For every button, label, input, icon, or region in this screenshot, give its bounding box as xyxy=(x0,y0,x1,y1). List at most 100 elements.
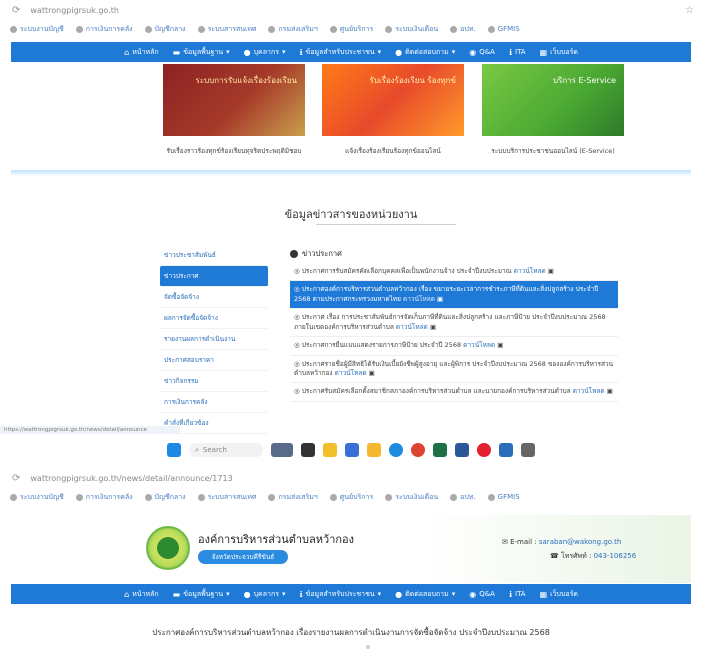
banner-complaint[interactable]: ระบบการรับแจ้งเรื่องร้องเรียน xyxy=(163,64,305,136)
folder-icon[interactable] xyxy=(367,443,381,457)
nav-contact[interactable]: ● ติดต่อสอบถาม ▾ xyxy=(395,589,455,600)
search-icon: ⌕ xyxy=(195,445,199,454)
bookmark-item[interactable]: บัญชีกลาง xyxy=(144,492,186,503)
nav-qa[interactable]: ◉ Q&A xyxy=(469,48,495,57)
taskbar-search[interactable]: ⌕ Search xyxy=(189,443,263,457)
mail-icon[interactable] xyxy=(499,443,513,457)
user-icon: ● xyxy=(243,589,251,599)
folder-icon: ▬ xyxy=(172,589,181,599)
bookmark-item[interactable]: อปท. xyxy=(450,24,476,35)
url-text: wattrongpigrsuk.go.th xyxy=(30,5,119,15)
bookmark-item[interactable]: การเงินการคลัง xyxy=(75,492,133,503)
bookmark-item[interactable]: GFMIS xyxy=(487,493,520,501)
phone-icon: ☎ xyxy=(550,552,559,560)
section-title: ข้อมูลข่าวสารของหน่วยงาน xyxy=(284,208,418,221)
opera-icon[interactable] xyxy=(477,443,491,457)
excel-icon[interactable] xyxy=(433,443,447,457)
nav-webboard[interactable]: ▦ เว็บบอร์ด xyxy=(540,589,578,600)
bookmark-item[interactable]: การเงินการคลัง xyxy=(75,24,133,35)
site-nav-top: ⌂ หน้าหลัก ▬ ข้อมูลพื้นฐาน ▾ ● บุคลากร ▾ ℹข… xyxy=(11,42,691,62)
word-icon[interactable] xyxy=(455,443,469,457)
bookmark-item[interactable]: ระบบสารสนเทศ xyxy=(197,24,256,35)
status-bar-url: https://wattrongpigrsuk.go.th/news/detai… xyxy=(0,426,180,434)
app-icon[interactable] xyxy=(345,443,359,457)
bookmark-item[interactable]: ระบบเงินเดือน xyxy=(385,492,438,503)
chat-icon: ◉ xyxy=(469,47,477,57)
banner-grievance[interactable]: รับเรื่องร้องเรียน ร้องทุกข์ xyxy=(322,64,464,136)
info-icon: ℹ xyxy=(299,47,303,57)
home-icon: ⌂ xyxy=(124,47,130,57)
chrome-icon[interactable] xyxy=(411,443,425,457)
taskbar: ⌕ Search xyxy=(0,438,702,462)
nav-public-info[interactable]: ℹ ข้อมูลสำหรับประชาชน ▾ xyxy=(299,589,381,600)
list-item[interactable]: ◎ ประกาศรายชื่อผู้มีสิทธิได้รับเงินเบี้ย… xyxy=(290,356,618,384)
windows-start-icon[interactable] xyxy=(167,443,181,457)
bookmark-item[interactable]: บัญชีกลาง xyxy=(144,24,186,35)
bookmark-item[interactable]: ศูนย์บริการ xyxy=(329,24,373,35)
divider-band xyxy=(11,170,691,176)
refresh-icon[interactable]: ⟳ xyxy=(12,5,20,16)
nav-personnel[interactable]: ● บุคลากร ▾ xyxy=(244,47,286,58)
contact-phone: ☎ โทรศัพท์ : 043-106256 xyxy=(550,552,637,560)
info-icon: ℹ xyxy=(299,589,303,599)
list-item[interactable]: ◎ ประกาศรับสมัครเลือกตั้งสมาชิกสภาองค์กา… xyxy=(290,383,618,402)
news-list: ข่าวประกาศ ◎ ประกาศการรับสมัครคัดเลือกบุ… xyxy=(290,245,618,402)
bookmark-item[interactable]: ระบบสารสนเทศ xyxy=(197,492,256,503)
nav-basic-info[interactable]: ▬ ข้อมูลพื้นฐาน ▾ xyxy=(173,47,230,58)
banner-eservice[interactable]: บริการ E-Service xyxy=(482,64,624,136)
app-icon[interactable] xyxy=(323,443,337,457)
org-name: องค์การบริหารส่วนตำบลหว้ากอง xyxy=(198,533,355,546)
nav-home[interactable]: ⌂ หน้าหลัก xyxy=(124,47,159,58)
bookmark-item[interactable]: GFMIS xyxy=(487,25,520,33)
nav-ita[interactable]: ℹ ITA xyxy=(509,48,526,57)
list-item[interactable]: ◎ ประกาศ เรื่อง การประชาสัมพันธ์การจัดเก… xyxy=(290,309,618,338)
browser-address-bar[interactable]: ⟳ wattrongpigrsuk.go.th/news/detail/anno… xyxy=(0,468,702,488)
loading-dot xyxy=(366,645,370,649)
list-item-highlighted[interactable]: ◎ ประกาศองค์การบริหารส่วนตำบลหว้ากอง เรื… xyxy=(290,281,618,310)
sidebar-item[interactable]: รายงานผลการดำเนินงาน xyxy=(160,329,268,350)
sidebar-item[interactable]: จัดซื้อจัดจ้าง xyxy=(160,287,268,308)
taskview-icon[interactable] xyxy=(301,443,315,457)
site-nav-bottom: ⌂ หน้าหลัก ▬ ข้อมูลพื้นฐาน ▾ ● บุคลากร ▾ ℹข… xyxy=(11,584,691,604)
sidebar-item[interactable]: ข่าวประชาสัมพันธ์ xyxy=(160,245,268,266)
app-icon[interactable] xyxy=(521,443,535,457)
list-item[interactable]: ◎ ประกาศการยื่นแบบแสดงรายการภาษีป้าย ประ… xyxy=(290,337,618,356)
bookmark-item[interactable]: ระบบเงินเดือน xyxy=(385,24,438,35)
widgets-icon[interactable] xyxy=(271,443,293,457)
sidebar-item-active[interactable]: ข่าวประกาศ xyxy=(160,266,268,287)
sidebar-item[interactable]: ผลการจัดซื้อจัดจ้าง xyxy=(160,308,268,329)
home-icon: ⌂ xyxy=(124,589,130,599)
bookmark-item[interactable]: กรมส่งเสริมฯ xyxy=(268,24,318,35)
edge-icon[interactable] xyxy=(389,443,403,457)
bookmark-item[interactable]: กรมส่งเสริมฯ xyxy=(268,492,318,503)
title-underline xyxy=(316,224,456,225)
nav-basic-info[interactable]: ▬ ข้อมูลพื้นฐาน ▾ xyxy=(173,589,230,600)
sidebar-item[interactable]: ข่าวกิจกรรม xyxy=(160,371,268,392)
contact-email: ✉ E-mail : saraban@wakong.go.th xyxy=(502,538,622,546)
sidebar-item[interactable]: ประกาศสอบราคา xyxy=(160,350,268,371)
nav-personnel[interactable]: ● บุคลากร ▾ xyxy=(244,589,286,600)
bookmark-item[interactable]: อปท. xyxy=(450,492,476,503)
banner-caption[interactable]: รับเรื่องราวร้องทุกข์ร้องเรียนทุจริตประพ… xyxy=(159,146,309,156)
board-icon: ▦ xyxy=(539,47,548,57)
chat-icon: ◉ xyxy=(469,589,477,599)
sidebar-item[interactable]: การเงินการคลัง xyxy=(160,392,268,413)
star-icon[interactable]: ☆ xyxy=(685,5,694,16)
banner-caption[interactable]: ระบบบริการประชาชนออนไลน์ (E-Service) xyxy=(478,146,628,156)
bookmark-item[interactable]: ระบบงานบัญชี xyxy=(10,24,64,35)
users-icon: ● xyxy=(395,47,403,57)
nav-public-info[interactable]: ℹ ข้อมูลสำหรับประชาชน ▾ xyxy=(299,47,381,58)
org-logo[interactable] xyxy=(146,526,190,570)
nav-webboard[interactable]: ▦ เว็บบอร์ด xyxy=(540,47,578,58)
nav-qa[interactable]: ◉ Q&A xyxy=(469,590,495,599)
browser-address-bar[interactable]: ⟳ wattrongpigrsuk.go.th ☆ xyxy=(0,0,702,20)
refresh-icon[interactable]: ⟳ xyxy=(12,473,20,484)
bookmark-item[interactable]: ระบบงานบัญชี xyxy=(10,492,64,503)
list-item[interactable]: ◎ ประกาศการรับสมัครคัดเลือกบุคคลเพื่อเป็… xyxy=(290,263,618,282)
nav-home[interactable]: ⌂ หน้าหลัก xyxy=(124,589,159,600)
nav-contact[interactable]: ● ติดต่อสอบถาม ▾ xyxy=(395,47,455,58)
bookmark-item[interactable]: ศูนย์บริการ xyxy=(329,492,373,503)
banner-caption[interactable]: แจ้งเรื่องร้องเรียนร้องทุกข์ออนไลน์ xyxy=(318,146,468,156)
users-icon: ● xyxy=(395,589,403,599)
nav-ita[interactable]: ℹ ITA xyxy=(509,590,526,599)
